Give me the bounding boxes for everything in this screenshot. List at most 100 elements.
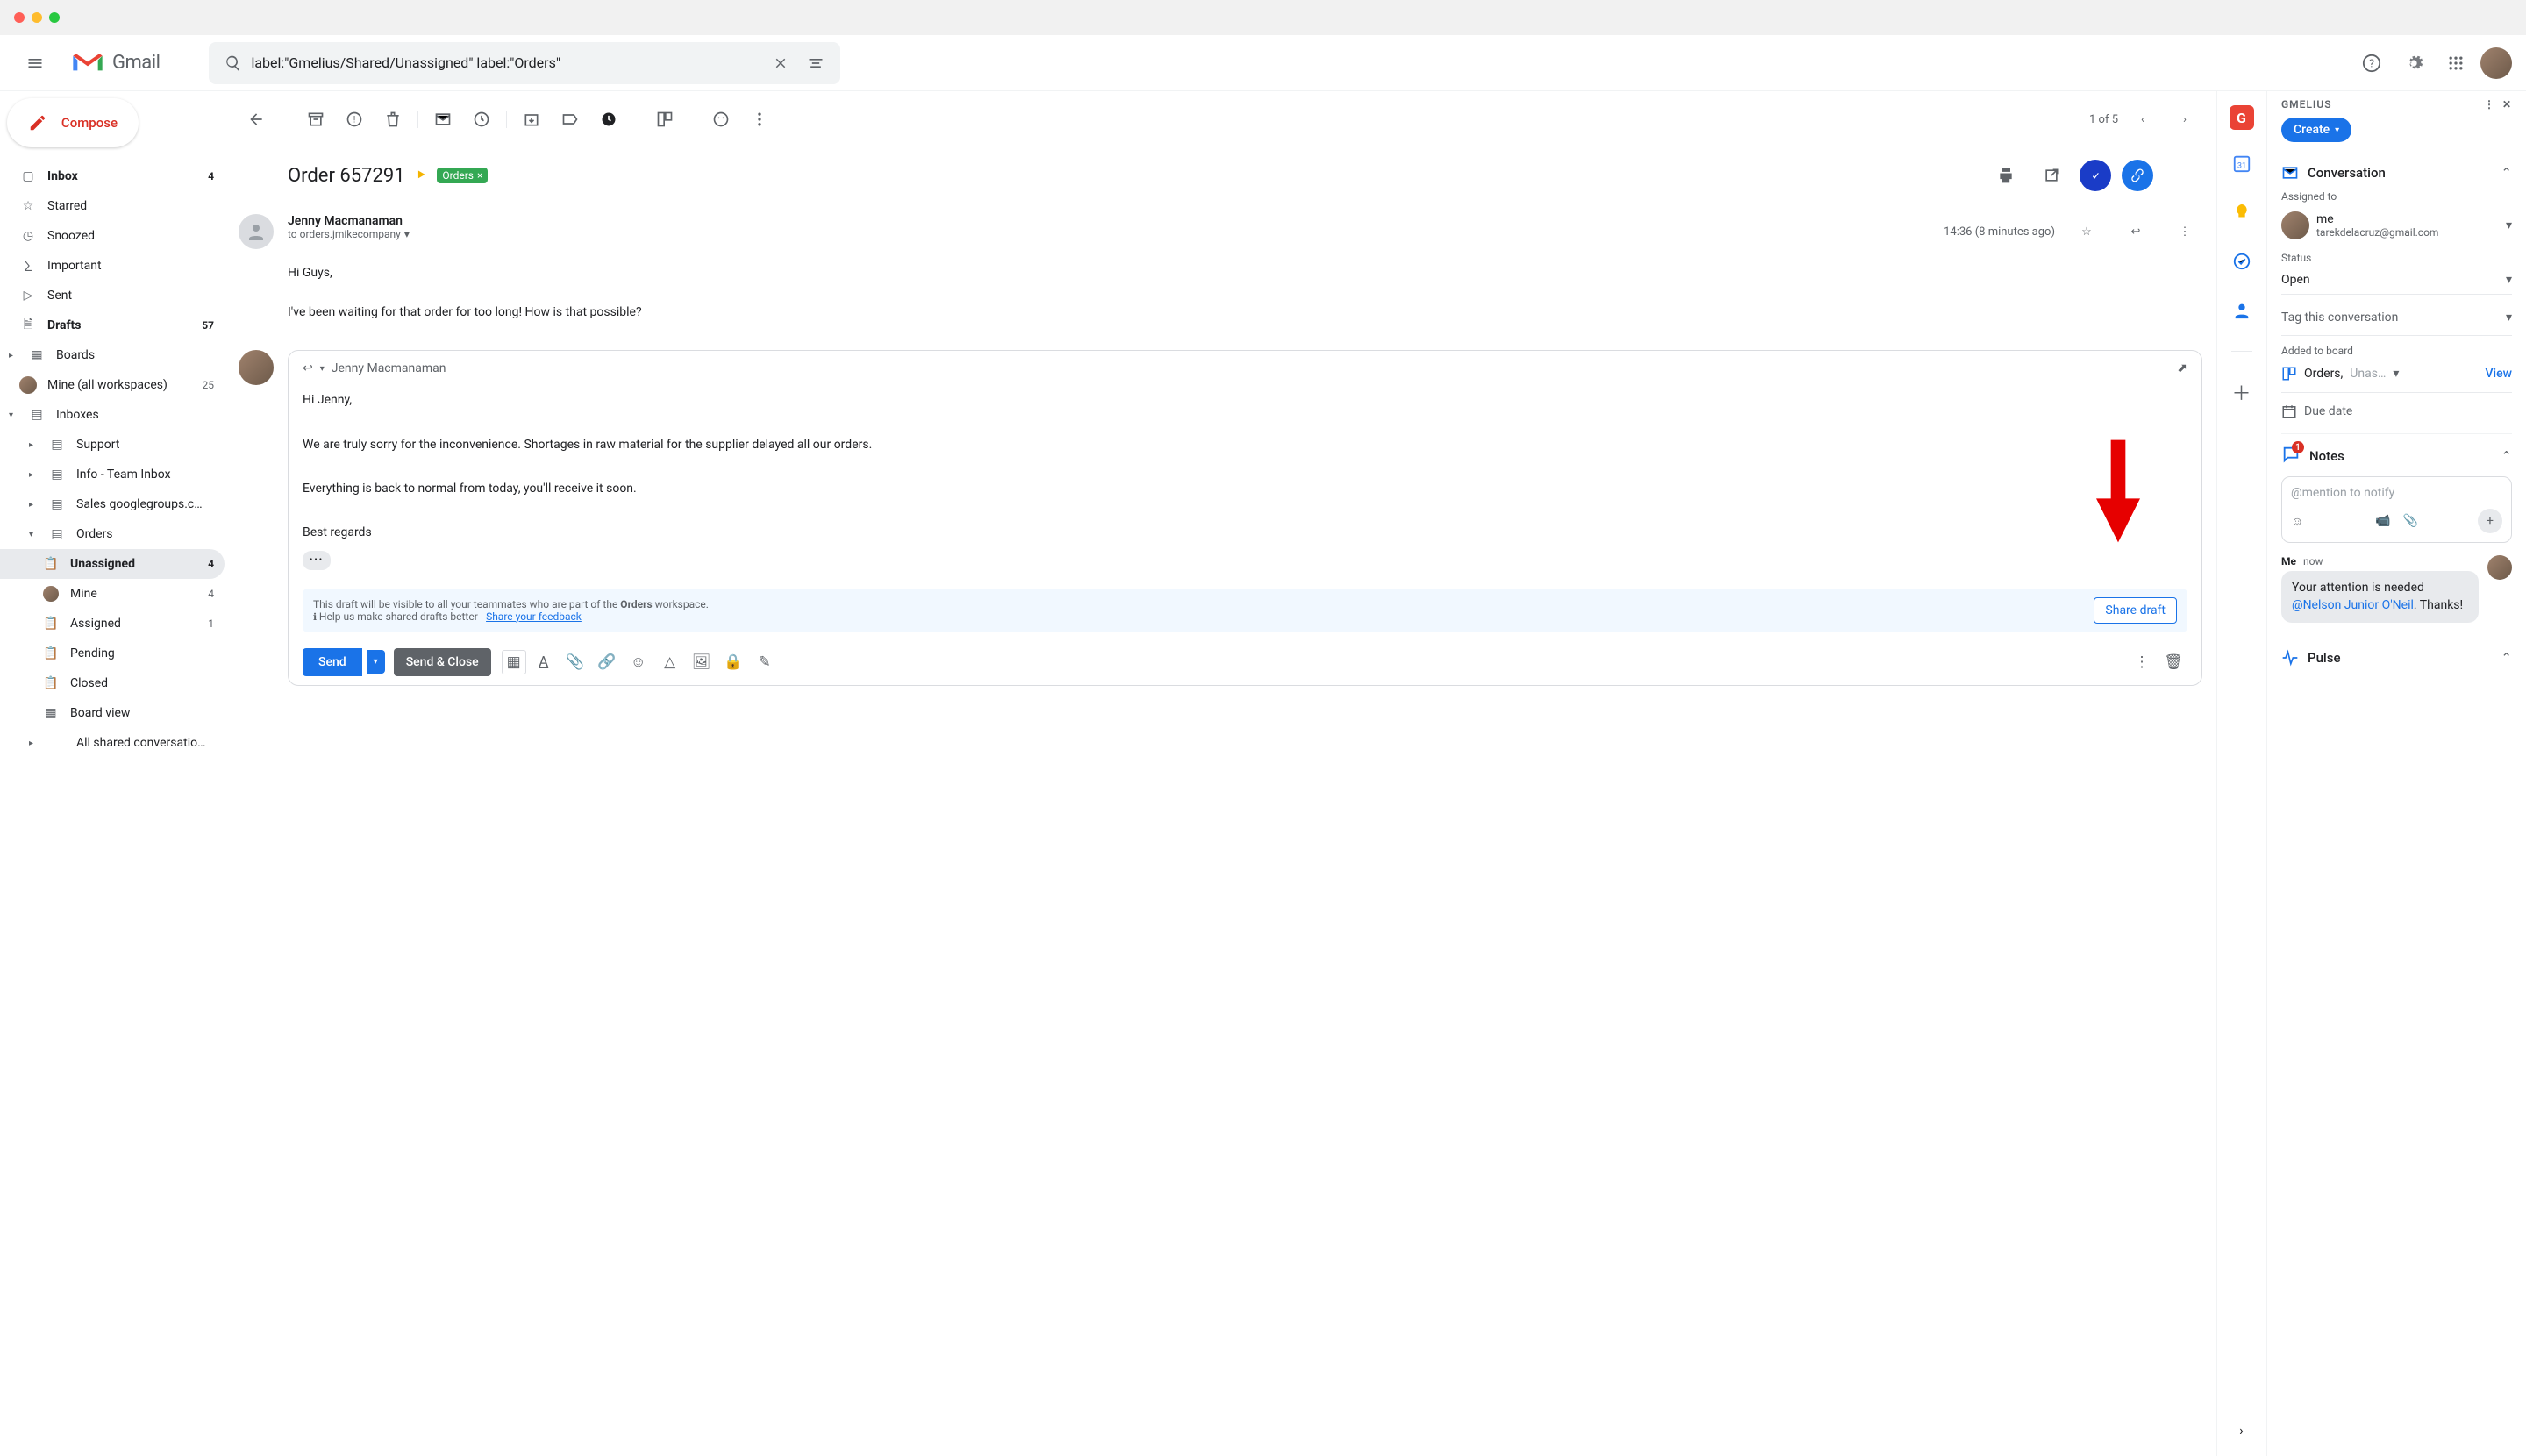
help-button[interactable]: ? bbox=[2354, 46, 2389, 81]
templates-button[interactable]: ▦ bbox=[502, 650, 526, 674]
send-button[interactable]: Send bbox=[303, 648, 362, 676]
sidebar-item-starred[interactable]: ☆ Starred bbox=[0, 191, 225, 221]
pulse-section[interactable]: Pulse ⌃ bbox=[2281, 649, 2512, 667]
create-button[interactable]: Create ▾ bbox=[2281, 118, 2351, 142]
search-options-button[interactable] bbox=[798, 54, 833, 72]
share-feedback-link[interactable]: Share your feedback bbox=[486, 610, 582, 623]
tag-dropdown[interactable]: Tag this conversation ▾ bbox=[2281, 300, 2512, 336]
reply-button[interactable]: ↩ bbox=[2118, 214, 2153, 249]
message-more-button[interactable]: ⋮ bbox=[2167, 214, 2202, 249]
open-new-button[interactable] bbox=[2034, 158, 2069, 193]
due-date-row[interactable]: Due date bbox=[2281, 392, 2512, 423]
sidebar-item-inboxes[interactable]: ▾ ▤ Inboxes bbox=[0, 400, 225, 430]
sidebar-item-pending[interactable]: 📋 Pending bbox=[0, 639, 225, 668]
mark-unread-button[interactable] bbox=[425, 102, 460, 137]
sidebar-item-boardview[interactable]: ▦ Board view bbox=[0, 698, 225, 728]
sidebar-item-unassigned[interactable]: 📋 Unassigned 4 bbox=[0, 549, 225, 579]
show-trimmed-button[interactable]: ••• bbox=[303, 551, 331, 570]
sidebar-item-support[interactable]: ▸ ▤ Support bbox=[0, 430, 225, 460]
drive-button[interactable]: △ bbox=[656, 648, 684, 676]
window-minimize-button[interactable] bbox=[32, 12, 42, 23]
gmelius-rail-button[interactable]: G bbox=[2230, 105, 2254, 130]
sidebar-item-assigned[interactable]: 📋 Assigned 1 bbox=[0, 609, 225, 639]
insert-link-button[interactable]: 🔗 bbox=[593, 648, 621, 676]
remove-label-icon[interactable]: × bbox=[477, 169, 482, 182]
sidebar-item-snoozed[interactable]: ◷ Snoozed bbox=[0, 221, 225, 251]
share-draft-button[interactable]: Share draft bbox=[2094, 597, 2177, 624]
label-chip-orders[interactable]: Orders × bbox=[437, 168, 488, 183]
sidebar-item-important[interactable]: ∑ Important bbox=[0, 251, 225, 281]
send-more-button[interactable]: ▾ bbox=[367, 650, 385, 674]
compose-more-button[interactable]: ⋮ bbox=[2128, 648, 2156, 676]
window-close-button[interactable] bbox=[14, 12, 25, 23]
search-icon[interactable] bbox=[216, 54, 251, 72]
image-button[interactable]: 🖼 bbox=[688, 648, 716, 676]
confidential-button[interactable]: 🔒 bbox=[719, 648, 747, 676]
important-marker-icon[interactable]: ⯈ bbox=[416, 167, 427, 184]
prev-button[interactable]: ‹ bbox=[2125, 102, 2160, 137]
sidebar-item-sent[interactable]: ▷ Sent bbox=[0, 281, 225, 310]
notes-input[interactable]: @mention to notify ☺ 📹 📎 + bbox=[2281, 476, 2512, 543]
signature-button[interactable]: ✎ bbox=[751, 648, 779, 676]
assignee-dropdown[interactable]: me tarekdelacruz@gmail.com ▾ bbox=[2281, 208, 2512, 243]
keep-rail-button[interactable] bbox=[2226, 196, 2258, 228]
gmelius-action-button[interactable] bbox=[2080, 160, 2111, 191]
popout-icon[interactable]: ⬈ bbox=[2177, 361, 2187, 375]
recipients[interactable]: to orders.jmikecompany ▾ bbox=[288, 228, 410, 240]
sidebar-item-drafts[interactable]: 🗎 Drafts 57 bbox=[0, 310, 225, 340]
sidebar-item-info[interactable]: ▸ ▤ Info - Team Inbox bbox=[0, 460, 225, 489]
emoji-icon[interactable]: ☺ bbox=[2291, 514, 2303, 529]
discard-draft-button[interactable]: 🗑 bbox=[2159, 648, 2187, 676]
sidebar-item-inbox[interactable]: ▢ Inbox 4 bbox=[0, 161, 225, 191]
link-button[interactable] bbox=[2122, 160, 2153, 191]
next-button[interactable]: › bbox=[2167, 102, 2202, 137]
sidebar-item-sales[interactable]: ▸ ▤ Sales googlegroups.c… bbox=[0, 489, 225, 519]
compose-button[interactable]: Compose bbox=[7, 98, 139, 147]
sidebar-item-boards[interactable]: ▸ ▦ Boards bbox=[0, 340, 225, 370]
archive-button[interactable] bbox=[298, 102, 333, 137]
print-button[interactable] bbox=[1988, 158, 2023, 193]
labels-button[interactable] bbox=[553, 102, 588, 137]
format-button[interactable]: A bbox=[530, 648, 558, 676]
reply-arrow-icon[interactable]: ↩ bbox=[303, 361, 313, 375]
more-button[interactable] bbox=[742, 102, 777, 137]
attach-icon[interactable]: 📎 bbox=[2403, 514, 2418, 528]
video-icon[interactable]: 📹 bbox=[2375, 514, 2390, 528]
board-row[interactable]: Orders, Unas… ▾ View bbox=[2281, 362, 2512, 385]
spam-button[interactable]: ! bbox=[337, 102, 372, 137]
view-board-link[interactable]: View bbox=[2486, 367, 2513, 381]
window-maximize-button[interactable] bbox=[49, 12, 60, 23]
reply-type-chevron[interactable]: ▾ bbox=[320, 364, 325, 374]
apps-button[interactable] bbox=[2438, 46, 2473, 81]
panel-close-button[interactable]: ✕ bbox=[2502, 98, 2512, 111]
star-message-button[interactable]: ☆ bbox=[2069, 214, 2104, 249]
main-menu-button[interactable] bbox=[14, 42, 56, 84]
moveto-button[interactable] bbox=[514, 102, 549, 137]
add-rail-button[interactable]: ＋ bbox=[2226, 376, 2258, 408]
conversation-header[interactable]: Conversation ⌃ bbox=[2281, 164, 2512, 182]
gmail-logo[interactable]: Gmail bbox=[70, 50, 160, 76]
sidebar-item-closed[interactable]: 📋 Closed bbox=[0, 668, 225, 698]
snooze-button[interactable] bbox=[464, 102, 499, 137]
delete-button[interactable] bbox=[375, 102, 410, 137]
sidebar-item-mine[interactable]: Mine (all workspaces) 25 bbox=[0, 370, 225, 400]
sidebar-item-orders[interactable]: ▾ ▤ Orders bbox=[0, 519, 225, 549]
back-button[interactable] bbox=[239, 102, 274, 137]
board-button[interactable] bbox=[647, 102, 682, 137]
add-note-button[interactable]: + bbox=[2478, 509, 2502, 533]
collapse-rail-button[interactable]: › bbox=[2226, 1414, 2258, 1445]
compose-body[interactable]: Hi Jenny, We are truly sorry for the inc… bbox=[289, 386, 2201, 582]
assignee-button[interactable] bbox=[703, 102, 739, 137]
sidebar-item-mine-orders[interactable]: Mine 4 bbox=[0, 579, 225, 609]
settings-button[interactable] bbox=[2396, 46, 2431, 81]
notes-header[interactable]: Notes ⌃ bbox=[2281, 445, 2512, 467]
panel-more-button[interactable]: ⋮ bbox=[2484, 98, 2495, 111]
search-input[interactable] bbox=[251, 54, 763, 71]
tasks-rail-button[interactable] bbox=[2226, 246, 2258, 277]
emoji-button[interactable]: ☺ bbox=[624, 648, 653, 676]
calendar-rail-button[interactable]: 31 bbox=[2226, 147, 2258, 179]
contacts-rail-button[interactable] bbox=[2226, 295, 2258, 326]
clear-search-button[interactable] bbox=[763, 55, 798, 71]
sidebar-item-allshared[interactable]: ▸ All shared conversatio… bbox=[0, 728, 225, 758]
snooze-filled-button[interactable] bbox=[591, 102, 626, 137]
